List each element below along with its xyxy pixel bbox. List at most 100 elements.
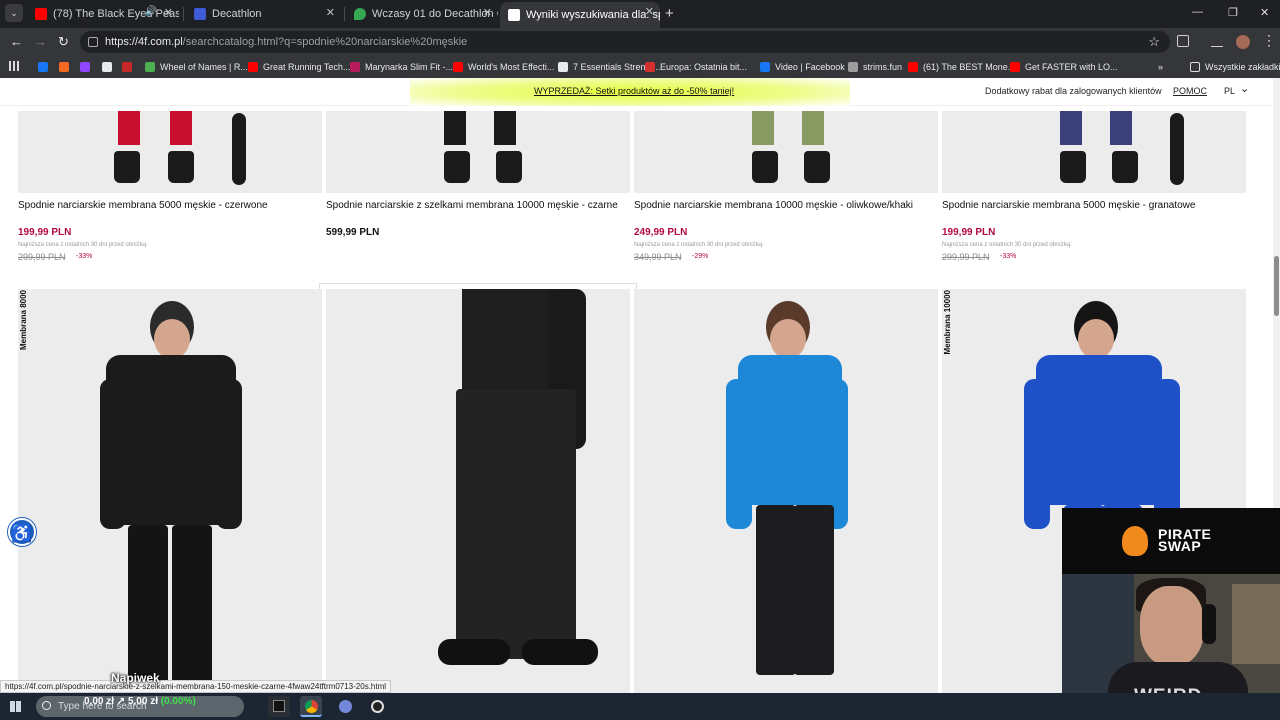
bookmark-item[interactable]: strims.fun: [848, 60, 902, 74]
pants-right: [170, 111, 192, 145]
bookmark-item[interactable]: Wheel of Names | R...: [145, 60, 248, 74]
tab-youtube[interactable]: (78) The Black Eyed Peas - I 🔊 ✕: [27, 3, 179, 25]
product-top-image[interactable]: [18, 111, 322, 193]
close-icon[interactable]: ✕: [326, 6, 335, 19]
restore-icon[interactable]: ❐: [1228, 6, 1238, 19]
chevron-down-icon[interactable]: ⌄: [1240, 82, 1249, 95]
product-name[interactable]: Spodnie narciarskie membrana 5000 męskie…: [18, 200, 318, 211]
tab-title: Decathlon: [212, 8, 262, 20]
old-price: 299,99 PLN: [18, 252, 66, 262]
bookmark-item[interactable]: [102, 60, 117, 74]
windows-start-icon[interactable]: [10, 701, 21, 712]
product-image[interactable]: [634, 289, 938, 693]
headset: [1202, 604, 1216, 644]
bookmark-item[interactable]: Europa: Ostatnia bit...: [645, 60, 747, 74]
profile-avatar[interactable]: [1236, 35, 1250, 49]
obs-icon[interactable]: [366, 696, 388, 717]
site-info-icon[interactable]: [88, 37, 98, 47]
url-path: /searchcatalog.html?q=spodnie%20narciars…: [182, 36, 468, 48]
close-icon[interactable]: ✕: [483, 6, 492, 19]
speaker-icon[interactable]: 🔊: [145, 6, 157, 17]
ski-boot-right: [496, 151, 522, 183]
tab-decathlon[interactable]: Decathlon ✕: [186, 3, 341, 25]
ski-boot-right: [168, 151, 194, 183]
product-image[interactable]: [18, 289, 322, 693]
close-window-icon[interactable]: ✕: [1260, 6, 1269, 19]
ski-boot-left: [444, 151, 470, 183]
terminal-icon[interactable]: [268, 696, 290, 717]
address-bar[interactable]: https://4f.com.pl/searchcatalog.html?q=s…: [80, 31, 1170, 53]
media-icon[interactable]: [1211, 35, 1223, 47]
ski-boot-left: [1060, 151, 1086, 183]
bookmark-item[interactable]: [122, 60, 137, 74]
sale-link[interactable]: WYPRZEDAŻ: Setki produktów aż do -50% ta…: [534, 86, 734, 96]
product-top-image[interactable]: [634, 111, 938, 193]
more-bookmarks-icon[interactable]: »: [1158, 60, 1163, 74]
ski-boot-right: [1112, 151, 1138, 183]
shoe-left: [438, 639, 510, 665]
folder-icon: [1190, 62, 1200, 72]
model-leg-right: [172, 525, 212, 693]
back-icon[interactable]: ←: [10, 34, 23, 49]
tab-4f-search[interactable]: Wyniki wyszukiwania dla: spodn ✕: [500, 2, 660, 28]
menu-icon[interactable]: ⋮: [1262, 32, 1276, 49]
pirate-logo-icon: [1122, 526, 1148, 556]
product-top-image[interactable]: [942, 111, 1246, 193]
bookmark-favicon-icon: [38, 62, 48, 72]
minimize-icon[interactable]: —: [1192, 6, 1203, 18]
close-icon[interactable]: ✕: [164, 6, 173, 19]
bookmark-label: Video | Facebook: [775, 62, 845, 72]
product-price: 599,99 PLN: [326, 227, 380, 238]
extensions-icon[interactable]: [1177, 35, 1189, 47]
browser-tab-strip: ⌄ (78) The Black Eyed Peas - I 🔊 ✕ Decat…: [0, 0, 1280, 28]
pants-right: [802, 111, 824, 145]
bookmark-item[interactable]: [38, 60, 53, 74]
product-name[interactable]: Spodnie narciarskie membrana 5000 męskie…: [942, 200, 1242, 211]
bookmark-favicon-icon: [908, 62, 918, 72]
product-name[interactable]: Spodnie narciarskie z szelkami membrana …: [326, 200, 626, 211]
product-top-image[interactable]: [326, 111, 630, 193]
pants-right: [494, 111, 516, 145]
status-url: https://4f.com.pl/spodnie-narciarskie-z-…: [0, 680, 392, 693]
discord-icon[interactable]: [334, 696, 356, 717]
bookmark-item[interactable]: World's Most Effecti...: [453, 60, 554, 74]
bookmark-item[interactable]: Great Running Tech...: [248, 60, 350, 74]
bookmark-star-icon[interactable]: ☆: [1148, 31, 1160, 53]
napiwek-overlay-text: Napiwek: [111, 671, 160, 685]
tab-search-icon[interactable]: ⌄: [5, 4, 23, 22]
bookmark-item[interactable]: Marynarka Slim Fit -...: [350, 60, 453, 74]
tab-title: (78) The Black Eyed Peas - I: [53, 8, 179, 20]
reload-icon[interactable]: ↻: [58, 34, 69, 50]
lowest-price-note: Najniższa cena z ostatnich 30 dni przed …: [942, 242, 1072, 248]
language-select[interactable]: PL: [1224, 86, 1235, 96]
accessibility-button[interactable]: ♿: [8, 518, 36, 546]
bookmark-item[interactable]: Video | Facebook: [760, 60, 845, 74]
pants-left: [118, 111, 140, 145]
help-link[interactable]: POMOC: [1173, 86, 1207, 96]
apps-grid-icon[interactable]: [9, 61, 19, 71]
bookmark-favicon-icon: [350, 62, 360, 72]
bookmark-item[interactable]: (61) The BEST Mone...: [908, 60, 1015, 74]
bookmark-item[interactable]: [59, 60, 74, 74]
new-tab-icon[interactable]: +: [665, 5, 674, 22]
product-image[interactable]: [326, 289, 630, 693]
product-name[interactable]: Spodnie narciarskie membrana 10000 męski…: [634, 200, 934, 211]
chrome-icon[interactable]: [300, 696, 322, 717]
search-icon: [42, 701, 51, 710]
model-torso: [1036, 355, 1162, 505]
bookmark-item[interactable]: [80, 60, 95, 74]
price-ticker: 0,00 zł ↗ 5,00 zł (0.00%): [84, 696, 196, 707]
bookmark-label: Marynarka Slim Fit -...: [365, 62, 454, 72]
logged-discount-text: Dodatkowy rabat dla zalogowanych klientó…: [985, 86, 1162, 96]
bookmark-item[interactable]: Get FASTER with LO...: [1010, 60, 1118, 74]
scroll-thumb[interactable]: [1274, 256, 1279, 316]
bookmark-label: World's Most Effecti...: [468, 62, 555, 72]
all-bookmarks[interactable]: Wszystkie zakładki: [1190, 60, 1280, 74]
forward-icon[interactable]: →: [34, 34, 47, 49]
browser-toolbar: ← → ↻ https://4f.com.pl/searchcatalog.ht…: [0, 28, 1280, 56]
ski-shape: [232, 113, 246, 185]
discount-badge: -33%: [1000, 253, 1017, 260]
tab-maps[interactable]: Wczasy 01 do Decathlon Gdańs ✕: [346, 3, 498, 25]
close-icon[interactable]: ✕: [645, 5, 654, 18]
old-price: 349,99 PLN: [634, 252, 682, 262]
